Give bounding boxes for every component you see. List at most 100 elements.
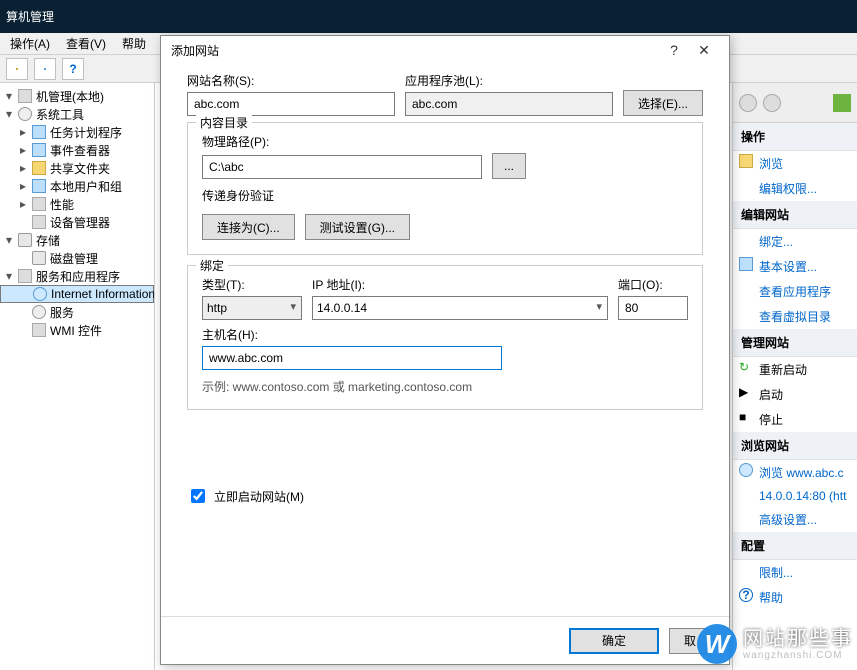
port-label: 端口(O): (618, 276, 688, 293)
collapse-icon[interactable]: ▾ (4, 107, 14, 121)
tree-iis[interactable]: Internet Information S (0, 285, 154, 303)
back-icon[interactable] (739, 94, 757, 112)
stop-icon: ■ (739, 410, 753, 424)
tree-storage[interactable]: ▾存储 (0, 231, 154, 249)
tree-disk-mgmt[interactable]: 磁盘管理 (0, 249, 154, 267)
forward-icon[interactable] (763, 94, 781, 112)
users-icon (32, 179, 46, 193)
select-apppool-button[interactable]: 选择(E)... (623, 90, 703, 116)
actions-nav (733, 83, 857, 123)
tree-device-manager[interactable]: 设备管理器 (0, 213, 154, 231)
expand-icon[interactable]: ▸ (18, 143, 28, 157)
action-basic-settings[interactable]: 基本设置... (733, 254, 857, 279)
actions-header-managesite: 管理网站 (733, 329, 857, 357)
gear-icon (32, 305, 46, 319)
hostname-label: 主机名(H): (202, 326, 688, 343)
watermark: W 网站那些事 wangzhanshi.COM (697, 624, 853, 664)
restart-icon: ↻ (739, 360, 753, 374)
wmi-icon (32, 323, 46, 337)
ok-button[interactable]: 确定 (569, 628, 659, 654)
expand-icon[interactable]: ▸ (18, 125, 28, 139)
action-edit-permissions[interactable]: 编辑权限... (733, 176, 857, 201)
dialog-titlebar: 添加网站 ? ✕ (161, 36, 729, 64)
action-limits[interactable]: 限制... (733, 560, 857, 585)
ip-select[interactable] (312, 296, 608, 320)
go-icon[interactable] (833, 94, 851, 112)
toolbar-properties-button[interactable] (34, 58, 56, 80)
folder-icon (739, 154, 753, 168)
start-immediately-checkbox[interactable] (191, 489, 205, 503)
toolbar-folder-button[interactable] (6, 58, 28, 80)
tree-services-apps[interactable]: ▾服务和应用程序 (0, 267, 154, 285)
help-icon: ? (69, 62, 76, 76)
settings-icon (739, 257, 753, 271)
dialog-help-button[interactable]: ? (659, 38, 689, 62)
test-settings-button[interactable]: 测试设置(G)... (305, 214, 410, 240)
action-view-vdir[interactable]: 查看虚拟目录 (733, 304, 857, 329)
dialog-title: 添加网站 (171, 42, 659, 59)
action-start[interactable]: ▶启动 (733, 382, 857, 407)
menu-action[interactable]: 操作(A) (4, 33, 56, 54)
action-browse[interactable]: 浏览 (733, 151, 857, 176)
globe-icon (739, 463, 753, 477)
binding-legend: 绑定 (196, 257, 228, 274)
collapse-icon[interactable]: ▾ (4, 89, 14, 103)
sitename-label: 网站名称(S): (187, 72, 395, 89)
menu-help[interactable]: 帮助 (116, 33, 152, 54)
sitename-input[interactable] (187, 92, 395, 116)
tree-root[interactable]: ▾机管理(本地) (0, 87, 154, 105)
tree-wmi[interactable]: WMI 控件 (0, 321, 154, 339)
type-label: 类型(T): (202, 276, 302, 293)
expand-icon[interactable]: ▸ (18, 179, 28, 193)
action-browse-url-line2[interactable]: 14.0.0.14:80 (htt (733, 485, 857, 507)
toolbar-help-button[interactable]: ? (62, 58, 84, 80)
menu-view[interactable]: 查看(V) (60, 33, 112, 54)
connect-as-button[interactable]: 连接为(C)... (202, 214, 295, 240)
collapse-icon[interactable]: ▾ (4, 233, 14, 247)
actions-pane: 操作 浏览 编辑权限... 编辑网站 绑定... 基本设置... 查看应用程序 … (732, 83, 857, 670)
hostname-input[interactable] (202, 346, 502, 370)
dialog-footer: 确定 取 (161, 616, 729, 664)
tree-services[interactable]: 服务 (0, 303, 154, 321)
type-select[interactable] (202, 296, 302, 320)
properties-icon (44, 68, 46, 70)
action-restart[interactable]: ↻重新启动 (733, 357, 857, 382)
tree-shared-folders[interactable]: ▸共享文件夹 (0, 159, 154, 177)
expand-icon[interactable]: ▸ (18, 161, 28, 175)
port-input[interactable] (618, 296, 688, 320)
action-advanced-settings[interactable]: 高级设置... (733, 507, 857, 532)
action-view-apps[interactable]: 查看应用程序 (733, 279, 857, 304)
action-help[interactable]: ?帮助 (733, 585, 857, 610)
binding-fieldset: 绑定 类型(T): IP 地址(I): 端口(O): 主机名(H): (187, 265, 703, 410)
tree-systools[interactable]: ▾系统工具 (0, 105, 154, 123)
tree-pane[interactable]: ▾机管理(本地) ▾系统工具 ▸任务计划程序 ▸事件查看器 ▸共享文件夹 ▸本地… (0, 83, 155, 670)
action-stop[interactable]: ■停止 (733, 407, 857, 432)
expand-icon[interactable]: ▸ (18, 197, 28, 211)
apppool-label: 应用程序池(L): (405, 72, 613, 89)
hostname-example: 示例: www.contoso.com 或 marketing.contoso.… (202, 378, 688, 395)
browse-path-button[interactable]: ... (492, 153, 526, 179)
iis-icon (33, 287, 47, 301)
tree-performance[interactable]: ▸性能 (0, 195, 154, 213)
action-browse-url[interactable]: 浏览 www.abc.c (733, 460, 857, 485)
action-bindings[interactable]: 绑定... (733, 229, 857, 254)
actions-header-config: 配置 (733, 532, 857, 560)
window-titlebar: 算机管理 (0, 0, 857, 33)
start-immediately-label: 立即启动网站(M) (214, 488, 304, 505)
dialog-close-button[interactable]: ✕ (689, 38, 719, 62)
device-icon (32, 215, 46, 229)
actions-header-editsite: 编辑网站 (733, 201, 857, 229)
tree-local-users[interactable]: ▸本地用户和组 (0, 177, 154, 195)
collapse-icon[interactable]: ▾ (4, 269, 14, 283)
perf-icon (32, 197, 46, 211)
watermark-line2: wangzhanshi.COM (743, 650, 853, 661)
folder-icon (16, 68, 18, 70)
folder-icon (32, 161, 46, 175)
tree-task-scheduler[interactable]: ▸任务计划程序 (0, 123, 154, 141)
watermark-logo: W (697, 624, 737, 664)
tree-event-viewer[interactable]: ▸事件查看器 (0, 141, 154, 159)
passauth-label: 传递身份验证 (202, 187, 688, 204)
add-website-dialog: 添加网站 ? ✕ 网站名称(S): 应用程序池(L): 选择(E)... 内容目… (160, 35, 730, 665)
content-directory-fieldset: 内容目录 物理路径(P): ... 传递身份验证 连接为(C)... 测试设置(… (187, 122, 703, 255)
physpath-input[interactable] (202, 155, 482, 179)
